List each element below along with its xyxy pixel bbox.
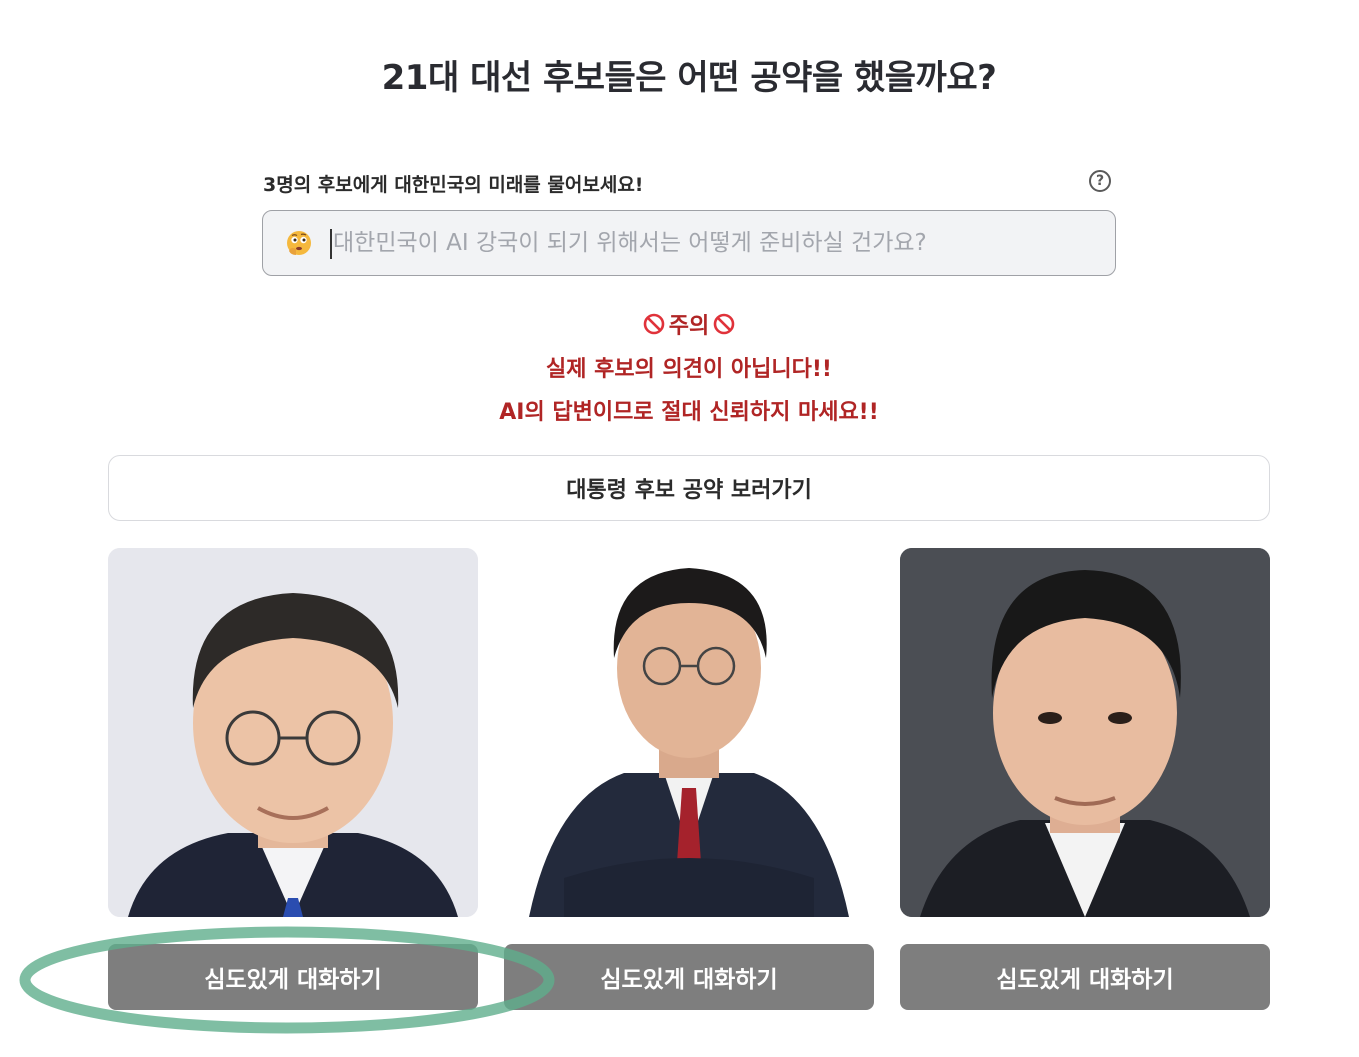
- candidate-portrait-2: [504, 548, 874, 917]
- question-input[interactable]: [333, 211, 1103, 275]
- view-pledges-button[interactable]: 대통령 후보 공약 보러가기: [108, 455, 1270, 521]
- warning-line-2: AI의 답변이므로 절대 신뢰하지 마세요!!: [499, 400, 879, 425]
- candidate-photo-3: [900, 548, 1270, 917]
- candidate-portrait-1: [108, 548, 478, 917]
- text-caret: [330, 229, 332, 259]
- warning-heading: 주의: [0, 308, 1359, 340]
- no-entry-icon: [713, 313, 735, 335]
- deep-talk-button-3[interactable]: 심도있게 대화하기: [900, 944, 1270, 1010]
- warning-heading-text: 주의: [668, 314, 710, 339]
- candidate-photo-2: [504, 548, 874, 917]
- thinking-face-emoji-icon: [287, 231, 311, 255]
- candidate-photo-1: [108, 548, 478, 917]
- deep-talk-button-2[interactable]: 심도있게 대화하기: [504, 944, 874, 1010]
- page-title: 21대 대선 후보들은 어떤 공약을 했을까요?: [381, 58, 997, 98]
- warning-line-1: 실제 후보의 의견이 아닙니다!!: [546, 357, 832, 382]
- deep-talk-button-1[interactable]: 심도있게 대화하기: [108, 944, 478, 1010]
- question-circle-icon[interactable]: ?: [1089, 170, 1111, 192]
- candidate-portrait-3: [900, 548, 1270, 917]
- question-input-box[interactable]: [262, 210, 1116, 276]
- prompt-label: 3명의 후보에게 대한민국의 미래를 물어보세요!: [263, 174, 644, 196]
- page: 21대 대선 후보들은 어떤 공약을 했을까요? 3명의 후보에게 대한민국의 …: [0, 0, 1359, 1057]
- no-entry-icon: [643, 313, 665, 335]
